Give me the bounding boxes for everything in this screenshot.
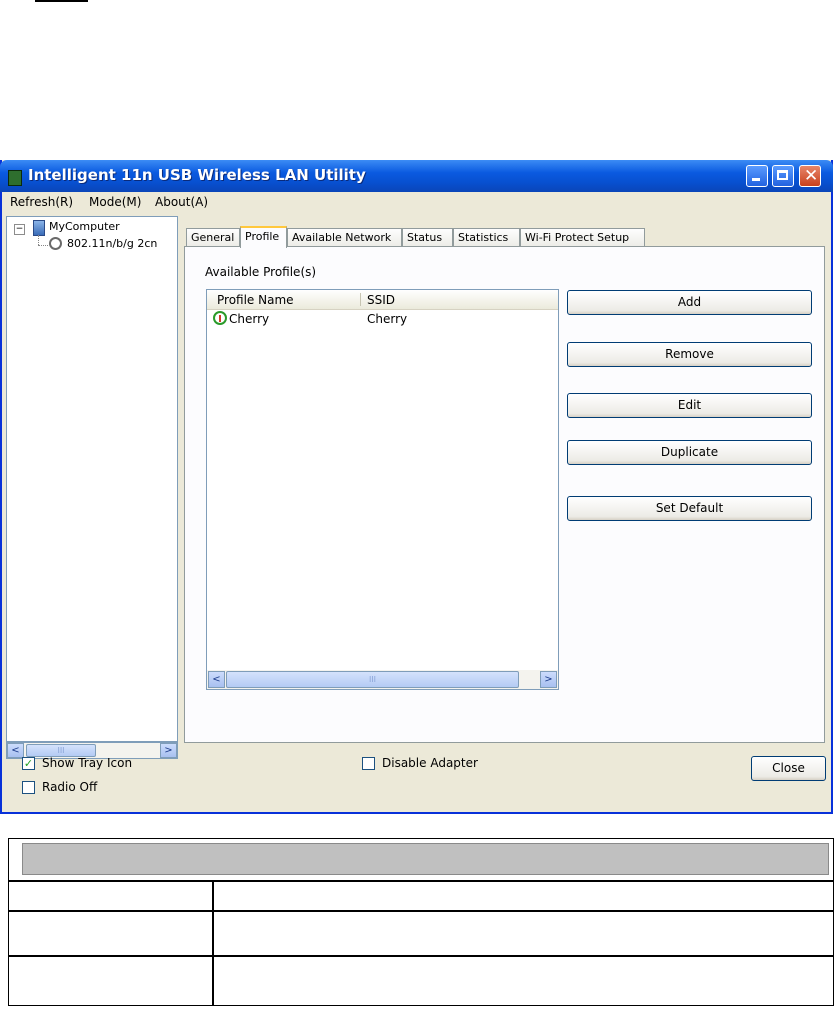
tab-status[interactable]: Status — [402, 228, 453, 247]
tree-connector — [38, 245, 48, 247]
set-default-button[interactable]: Set Default — [567, 496, 812, 521]
menu-mode[interactable]: Mode(M) — [89, 195, 141, 209]
ssid-cell: Cherry — [367, 312, 408, 326]
duplicate-button[interactable]: Duplicate — [567, 440, 812, 465]
scroll-right-icon[interactable]: > — [540, 671, 557, 688]
tree-root-label[interactable]: MyComputer — [49, 220, 120, 233]
table-row — [8, 911, 834, 956]
disable-adapter-label: Disable Adapter — [382, 756, 478, 770]
remove-button[interactable]: Remove — [567, 342, 812, 367]
maximize-button[interactable] — [772, 165, 794, 187]
tree-adapter-label[interactable]: 802.11n/b/g 2cn — [67, 237, 157, 250]
radio-off-label: Radio Off — [42, 780, 98, 794]
add-button[interactable]: Add — [567, 290, 812, 315]
close-button[interactable]: Close — [751, 756, 826, 781]
column-divider — [212, 957, 214, 1005]
tab-statistics[interactable]: Statistics — [453, 228, 520, 247]
minimize-icon — [752, 178, 760, 181]
profile-panel: Available Profile(s) Profile Name SSID C… — [184, 246, 825, 743]
column-divider — [212, 912, 214, 955]
scroll-left-icon[interactable]: < — [7, 743, 24, 758]
list-item[interactable]: Cherry Cherry — [207, 310, 558, 328]
computer-icon — [33, 220, 45, 236]
minimize-button[interactable] — [746, 165, 768, 187]
tree-connector — [38, 235, 40, 245]
table-row — [8, 956, 834, 1006]
show-tray-icon-label: Show Tray Icon — [42, 756, 133, 770]
top-underline-rule — [35, 0, 88, 2]
list-horizontal-scrollbar[interactable]: < III > — [207, 670, 558, 689]
column-divider[interactable] — [360, 293, 361, 306]
table-header-cell — [22, 843, 829, 875]
radio-off-checkbox[interactable] — [22, 781, 35, 794]
device-tree[interactable]: − MyComputer 802.11n/b/g 2cn — [6, 216, 178, 742]
window-title: Intelligent 11n USB Wireless LAN Utility — [28, 166, 366, 184]
adapter-icon — [49, 237, 62, 250]
column-header-profile-name[interactable]: Profile Name — [217, 293, 294, 307]
tab-general[interactable]: General — [186, 228, 240, 247]
available-profiles-title: Available Profile(s) — [205, 265, 317, 279]
app-icon — [8, 170, 22, 186]
disable-adapter-checkbox[interactable] — [362, 757, 375, 770]
close-icon: ✕ — [804, 166, 819, 186]
title-bar[interactable]: Intelligent 11n USB Wireless LAN Utility… — [0, 160, 833, 192]
edit-button[interactable]: Edit — [567, 393, 812, 418]
table-row — [8, 881, 834, 911]
document-table — [8, 838, 834, 1018]
tree-collapse-icon[interactable]: − — [14, 224, 25, 235]
profile-name-cell: Cherry — [229, 312, 270, 326]
column-divider — [212, 882, 214, 910]
show-tray-icon-checkbox[interactable]: ✓ — [22, 757, 35, 770]
tab-profile[interactable]: Profile — [240, 226, 287, 248]
menu-refresh[interactable]: Refresh(R) — [10, 195, 73, 209]
tab-wifi-protect-setup[interactable]: Wi-Fi Protect Setup — [520, 228, 645, 247]
menu-about[interactable]: About(A) — [155, 195, 208, 209]
tab-available-network[interactable]: Available Network — [287, 228, 402, 247]
utility-window: Intelligent 11n USB Wireless LAN Utility… — [0, 160, 833, 814]
column-header-ssid[interactable]: SSID — [367, 293, 395, 307]
list-header: Profile Name SSID — [207, 290, 558, 310]
close-window-button[interactable]: ✕ — [799, 165, 821, 187]
menu-bar: Refresh(R) Mode(M) About(A) — [2, 192, 831, 212]
table-header-row — [8, 838, 834, 881]
profile-list[interactable]: Profile Name SSID Cherry Cherry < III > — [206, 289, 559, 690]
scroll-right-icon[interactable]: > — [160, 743, 177, 758]
wireless-profile-icon — [213, 311, 227, 325]
scroll-thumb[interactable]: III — [226, 671, 519, 688]
maximize-icon — [777, 170, 788, 180]
scroll-left-icon[interactable]: < — [208, 671, 225, 688]
